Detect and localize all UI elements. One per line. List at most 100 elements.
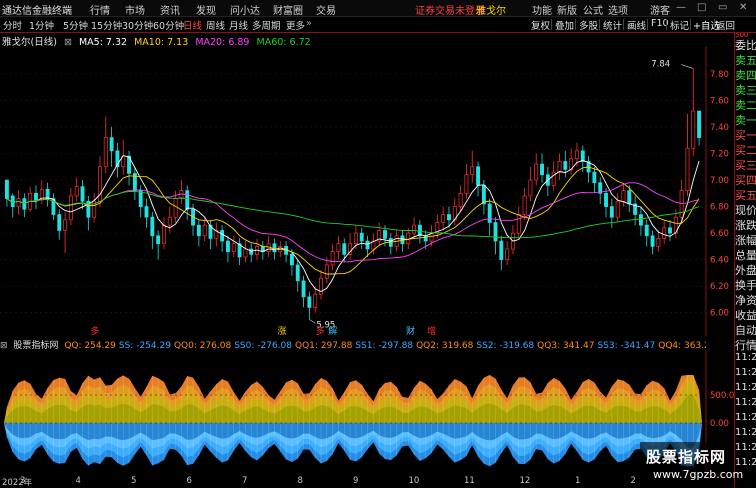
period-multi[interactable]: 多周期 <box>252 18 281 32</box>
panel-item-6[interactable]: 买一 <box>735 127 756 143</box>
panel-item-12[interactable]: 涨跌 <box>735 217 756 233</box>
date-tick-11: 1 <box>575 476 581 486</box>
menu-item-xinban[interactable]: 新版 <box>557 2 577 17</box>
maximize-icon[interactable]: □ <box>697 2 706 13</box>
indicator-tick-500: 500.0 <box>710 391 734 401</box>
period-30min[interactable]: 30分钟 <box>122 18 153 32</box>
menu-item-faxian[interactable]: 发现 <box>196 2 216 17</box>
candle-body <box>144 206 149 218</box>
price-tick-6: 7.20 <box>710 150 729 160</box>
panel-item-4[interactable]: 卖二 <box>735 97 756 113</box>
candle-body <box>167 216 172 226</box>
panel-item-14[interactable]: 总量 <box>735 247 756 263</box>
panel-item-18[interactable]: 收益 <box>735 307 756 323</box>
btn-fuquan[interactable]: 复权 <box>531 18 550 32</box>
candle-body <box>534 163 539 181</box>
menu-item-jiaoyi[interactable]: 交易 <box>316 2 336 17</box>
date-tick-4: 6 <box>186 476 192 486</box>
btn-biaoji[interactable]: 标记 <box>670 18 689 32</box>
panel-item-2[interactable]: 卖四 <box>735 67 756 83</box>
candle-body <box>638 214 643 226</box>
period-month[interactable]: 月线 <box>229 18 248 32</box>
panel-item-27[interactable]: 11:29 <box>735 442 756 453</box>
period-more[interactable]: 更多 <box>286 18 305 32</box>
date-tick-10: 12 <box>519 476 531 486</box>
kline-chart[interactable]: 6.00 6.20 6.40 6.60 6.80 7.00 7.20 7.40 7.60 7.80… <box>0 46 734 336</box>
panel-item-21[interactable]: 11:29 <box>735 352 756 363</box>
candle-body <box>574 150 579 160</box>
candle-body <box>34 192 38 201</box>
panel-item-1[interactable]: 卖五 <box>735 52 756 68</box>
candle-body <box>10 195 15 207</box>
btn-back[interactable]: 返回 <box>716 18 735 32</box>
restore-icon[interactable]: ▭ <box>718 2 727 13</box>
panel-item-15[interactable]: 外盘 <box>735 262 756 278</box>
candle-body <box>627 190 632 205</box>
panel-item-7[interactable]: 买二 <box>735 142 756 158</box>
panel-item-5[interactable]: 卖一 <box>735 112 756 128</box>
panel-item-17[interactable]: 净资 <box>735 292 756 308</box>
period-fenshi[interactable]: 分时 <box>3 18 22 32</box>
panel-item-16[interactable]: 换手 <box>735 277 756 293</box>
date-tick-12: 2 <box>630 476 636 486</box>
candle-body <box>225 240 230 253</box>
panel-item-10[interactable]: 买五 <box>735 187 756 203</box>
menu-item-gongshi[interactable]: 公式 <box>583 2 603 17</box>
candle-body <box>563 161 568 170</box>
panel-item-20[interactable]: 行情 <box>735 337 756 353</box>
btn-huaxian[interactable]: 画线 <box>627 18 646 32</box>
candle-body <box>383 230 387 239</box>
menu-item-wenxiaoda[interactable]: 问小达 <box>230 2 260 17</box>
panel-item-0[interactable]: 委比 <box>735 37 756 53</box>
btn-duogu[interactable]: 多股 <box>579 18 598 32</box>
candle-body <box>441 214 446 223</box>
menu-item-caifuquan[interactable]: 财富圈 <box>273 2 303 17</box>
date-tick-9: 11 <box>464 476 475 486</box>
candle-body <box>45 188 50 199</box>
candle-body <box>313 293 318 308</box>
period-5min[interactable]: 5分钟 <box>63 18 88 32</box>
panel-item-24[interactable]: 11:29 <box>735 397 756 408</box>
panel-item-25[interactable]: 11:29 <box>735 412 756 423</box>
menu-item-youke[interactable]: 游客 <box>650 2 670 17</box>
period-day[interactable]: 日线 <box>183 18 202 32</box>
indicator-toggle-icon[interactable]: ⊠ <box>0 341 8 350</box>
close-icon[interactable]: ✕ <box>739 2 747 13</box>
candle-body <box>621 190 626 202</box>
date-tick-0: 2022年 <box>2 478 33 488</box>
candle-body <box>458 192 463 207</box>
menu-item-shichang[interactable]: 市场 <box>125 2 145 17</box>
panel-item-9[interactable]: 买四 <box>735 172 756 188</box>
chevron-right-icon[interactable]: » <box>306 18 312 29</box>
menu-item-gongneng[interactable]: 功能 <box>532 2 552 17</box>
panel-item-23[interactable]: 11:29 <box>735 382 756 393</box>
indicator-chart[interactable]: 500.0 0.00 <box>0 351 734 475</box>
panel-item-8[interactable]: 买三 <box>735 157 756 173</box>
trade-login-notice[interactable]: 证券交易未登录 <box>415 2 485 17</box>
panel-item-22[interactable]: 11:29 <box>735 367 756 378</box>
menu-item-xuanxiang[interactable]: 选项 <box>608 2 628 17</box>
period-1min[interactable]: 1分钟 <box>29 18 54 32</box>
candle-body <box>481 184 486 205</box>
panel-item-26[interactable]: 11:29 <box>735 427 756 438</box>
panel-item-3[interactable]: 卖三 <box>735 82 756 98</box>
candle-body <box>173 198 178 218</box>
candle-body <box>656 238 661 247</box>
period-60min[interactable]: 60分钟 <box>153 18 184 32</box>
candle-body <box>592 171 597 184</box>
candle-body <box>196 224 201 237</box>
candle-body <box>63 219 68 231</box>
panel-item-28[interactable]: 11:29 <box>735 457 756 468</box>
menu-item-hangqing[interactable]: 行情 <box>90 2 110 17</box>
period-week[interactable]: 周线 <box>206 18 225 32</box>
menu-item-zixun[interactable]: 资讯 <box>160 2 180 17</box>
btn-diejia[interactable]: 叠加 <box>555 18 574 32</box>
panel-item-11[interactable]: 现价 <box>735 202 756 218</box>
minimize-icon[interactable]: — <box>676 2 686 13</box>
panel-item-13[interactable]: 涨幅 <box>735 232 756 248</box>
period-15min[interactable]: 15分钟 <box>91 18 122 32</box>
candle-body <box>74 186 79 197</box>
btn-tongji[interactable]: 统计 <box>603 18 622 32</box>
panel-item-19[interactable]: 自动 <box>735 322 756 338</box>
indicator-value-3: SS0: -276.08 <box>234 341 293 350</box>
